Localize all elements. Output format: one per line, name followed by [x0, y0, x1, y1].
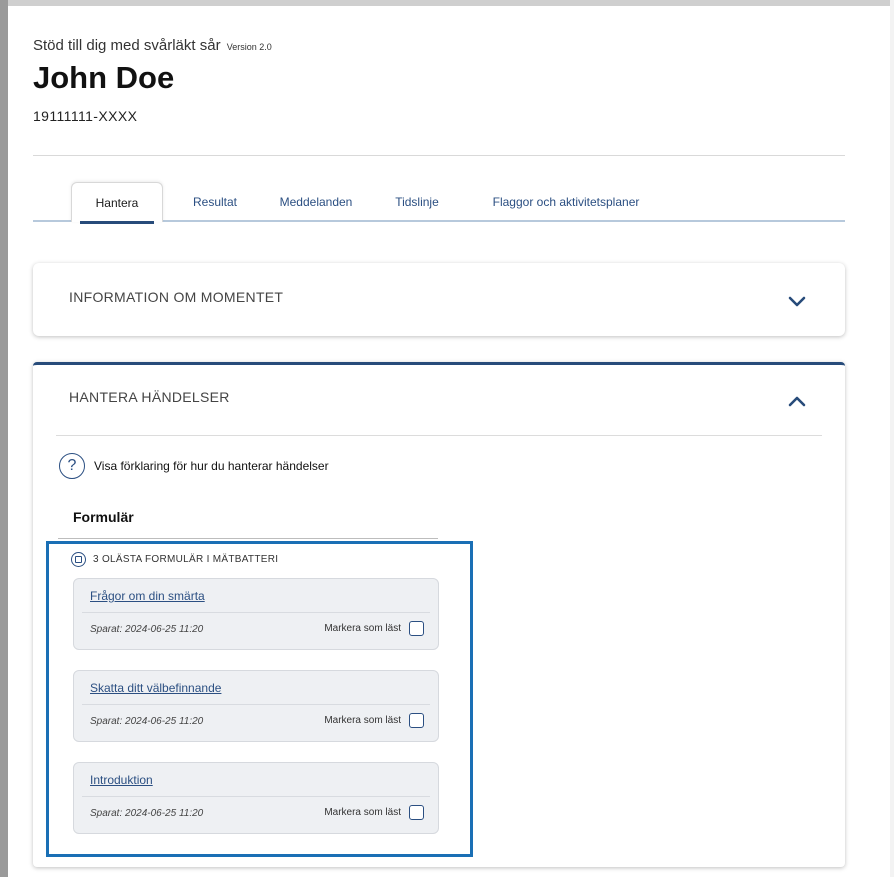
tab-resultat[interactable]: Resultat	[175, 182, 255, 222]
mark-as-read[interactable]: Markera som läst	[324, 713, 424, 728]
form-link[interactable]: Frågor om din smärta	[90, 589, 205, 603]
form-saved-timestamp: Sparat: 2024-06-25 11:20	[90, 624, 204, 635]
version-label: Version 2.0	[226, 42, 272, 52]
events-divider	[56, 435, 822, 436]
form-card: Introduktion Sparat: 2024-06-25 11:20 Ma…	[73, 762, 439, 834]
patient-id: 19111111-XXXX	[33, 108, 138, 124]
info-section-title: INFORMATION OM MOMENTET	[69, 289, 284, 305]
form-link[interactable]: Introduktion	[90, 773, 153, 787]
tab-bar: Hantera Resultat Meddelanden Tidslinje F…	[33, 182, 845, 224]
events-section: HANTERA HÄNDELSER ? Visa förklaring för …	[33, 362, 845, 867]
window-frame-right	[890, 0, 894, 877]
unread-forms-group: 3 OLÄSTA FORMULÄR I MÄTBATTERI Frågor om…	[46, 541, 473, 857]
info-section[interactable]: INFORMATION OM MOMENTET	[33, 263, 845, 336]
app-title: Stöd till dig med svårläkt sår Version 2…	[33, 37, 272, 54]
forms-heading-underline	[58, 538, 438, 539]
mark-as-read-label: Markera som läst	[324, 807, 401, 818]
window-frame-left	[0, 0, 8, 877]
tab-hantera[interactable]: Hantera	[71, 182, 163, 224]
patient-name: John Doe	[33, 60, 175, 95]
help-explanation-link[interactable]: ? Visa förklaring för hur du hanterar hä…	[59, 453, 329, 479]
header-divider	[33, 155, 845, 156]
mark-as-read-checkbox[interactable]	[409, 713, 424, 728]
help-text: Visa förklaring för hur du hanterar händ…	[94, 459, 329, 473]
form-divider	[82, 796, 430, 797]
form-card: Frågor om din smärta Sparat: 2024-06-25 …	[73, 578, 439, 650]
help-icon: ?	[59, 453, 85, 479]
form-battery-icon	[71, 552, 86, 567]
mark-as-read[interactable]: Markera som läst	[324, 805, 424, 820]
events-section-title: HANTERA HÄNDELSER	[69, 389, 230, 405]
forms-heading: Formulär	[73, 509, 134, 525]
tab-meddelanden[interactable]: Meddelanden	[261, 182, 371, 222]
mark-as-read-checkbox[interactable]	[409, 621, 424, 636]
form-divider	[82, 612, 430, 613]
form-divider	[82, 704, 430, 705]
tab-flaggor[interactable]: Flaggor och aktivitetsplaner	[473, 182, 659, 222]
form-saved-timestamp: Sparat: 2024-06-25 11:20	[90, 808, 204, 819]
chevron-up-icon[interactable]	[787, 391, 807, 411]
mark-as-read[interactable]: Markera som läst	[324, 621, 424, 636]
form-link[interactable]: Skatta ditt välbefinnande	[90, 681, 221, 695]
batch-label: 3 OLÄSTA FORMULÄR I MÄTBATTERI	[71, 552, 278, 567]
mark-as-read-label: Markera som läst	[324, 715, 401, 726]
chevron-down-icon[interactable]	[787, 291, 807, 311]
batch-label-text: 3 OLÄSTA FORMULÄR I MÄTBATTERI	[93, 554, 279, 565]
form-saved-timestamp: Sparat: 2024-06-25 11:20	[90, 716, 204, 727]
app-title-text: Stöd till dig med svårläkt sår	[33, 37, 221, 54]
window-frame-top	[0, 0, 894, 6]
mark-as-read-checkbox[interactable]	[409, 805, 424, 820]
mark-as-read-label: Markera som läst	[324, 623, 401, 634]
form-card: Skatta ditt välbefinnande Sparat: 2024-0…	[73, 670, 439, 742]
tab-tidslinje[interactable]: Tidslinje	[379, 182, 455, 222]
